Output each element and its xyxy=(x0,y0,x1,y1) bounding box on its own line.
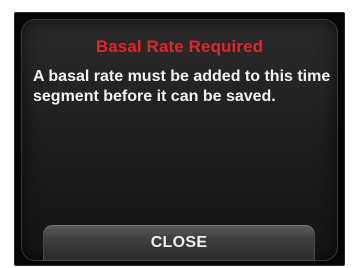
alert-dialog: Basal Rate Required A basal rate must be… xyxy=(21,19,338,261)
close-button[interactable]: CLOSE xyxy=(43,225,315,261)
dialog-message: A basal rate must be added to this time … xyxy=(33,68,331,105)
device-screen: Basal Rate Required A basal rate must be… xyxy=(14,12,345,266)
dialog-title: Basal Rate Required xyxy=(95,37,264,56)
close-button-label: CLOSE xyxy=(150,234,208,251)
